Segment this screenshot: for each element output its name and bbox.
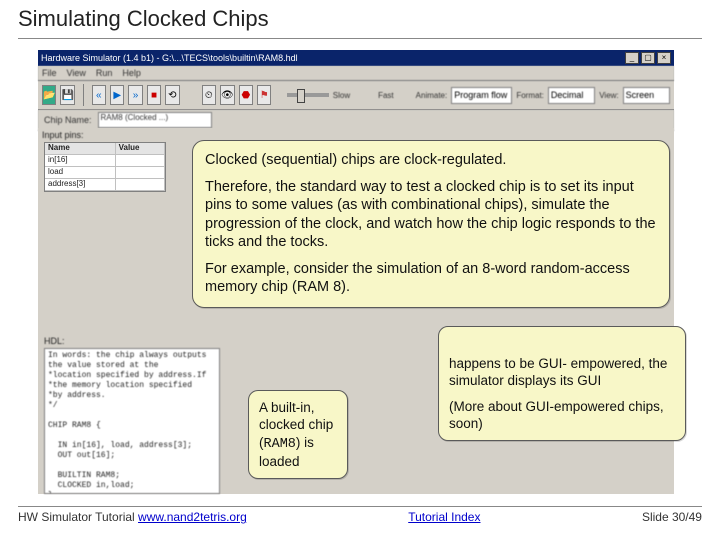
clock-icon[interactable]: ⏲ [202, 85, 216, 105]
run-icon[interactable]: » [128, 85, 142, 105]
input-pins-table: Name Value in[16] load address[3] [44, 142, 166, 192]
minimize-button[interactable]: _ [625, 52, 639, 64]
th-value: Value [116, 143, 165, 155]
open-icon[interactable]: 📂 [42, 85, 56, 105]
menu-run[interactable]: Run [96, 68, 113, 78]
pin-val-0[interactable] [116, 155, 165, 167]
slide-root: Simulating Clocked Chips Hardware Simula… [18, 6, 702, 526]
footer-left-text: HW Simulator Tutorial [18, 510, 138, 524]
format-dropdown[interactable]: Decimal [548, 87, 595, 104]
menu-help[interactable]: Help [122, 68, 141, 78]
window-control-buttons: _ ▢ × [625, 52, 671, 64]
chip-name-value: RAM8 (Clocked ...) [98, 112, 212, 128]
pin-val-1[interactable] [116, 167, 165, 179]
stop-icon[interactable]: ■ [147, 85, 161, 105]
gui-callout-line2: (More about GUI-empowered chips, soon) [449, 398, 675, 433]
main-callout: Clocked (sequential) chips are clock-reg… [192, 140, 670, 308]
footer-right: Slide 30/49 [642, 510, 702, 524]
slider[interactable] [287, 93, 328, 97]
chip-name-label: Chip Name: [44, 115, 92, 125]
close-button[interactable]: × [657, 52, 671, 64]
footer-center-link[interactable]: Tutorial Index [408, 510, 480, 524]
toolbar-separator [83, 84, 84, 106]
hdl-source-box[interactable]: In words: the chip always outputs the va… [44, 348, 220, 494]
gui-callout-line1: happens to be GUI- empowered, the simula… [449, 355, 675, 390]
rewind-icon[interactable]: ⟲ [165, 85, 179, 105]
format-label: Format: [516, 91, 544, 100]
slow-label: Slow [333, 91, 350, 100]
fast-label: Fast [378, 91, 394, 100]
step-back-icon[interactable]: « [92, 85, 106, 105]
menu-view[interactable]: View [67, 68, 86, 78]
main-callout-p1: Clocked (sequential) chips are clock-reg… [205, 151, 657, 170]
window-titlebar: Hardware Simulator (1.4 b1) - G:\...\TEC… [38, 50, 674, 66]
menu-bar: File View Run Help [38, 66, 674, 81]
step-icon[interactable]: ▶ [110, 85, 124, 105]
animate-label: Animate: [416, 91, 448, 100]
hdl-section-label: HDL: [44, 336, 65, 346]
menu-file[interactable]: File [42, 68, 57, 78]
maximize-button[interactable]: ▢ [641, 52, 655, 64]
loaded-chip-callout: A built-in, clocked chip (RAM8) is loade… [248, 390, 348, 479]
save-icon[interactable]: 💾 [60, 85, 74, 105]
view-dropdown[interactable]: Screen [623, 87, 670, 104]
input-pins-label: Input pins: [42, 130, 84, 140]
footer-left: HW Simulator Tutorial www.nand2tetris.or… [18, 510, 247, 524]
slide-title: Simulating Clocked Chips [18, 6, 702, 39]
eye-icon[interactable]: 👁 [220, 85, 235, 105]
pin-val-2[interactable] [116, 179, 165, 191]
gui-callout: placeholder happens to be GUI- empowered… [438, 326, 686, 441]
main-callout-p2: Therefore, the standard way to test a cl… [205, 178, 657, 252]
toolbar: 📂 💾 « ▶ » ■ ⟲ ⏲ 👁 ⬣ ⚑ Slow Fast Animate:… [38, 81, 674, 110]
window-title-text: Hardware Simulator (1.4 b1) - G:\...\TEC… [41, 53, 298, 63]
footer-left-link[interactable]: www.nand2tetris.org [138, 510, 247, 524]
slide-footer: HW Simulator Tutorial www.nand2tetris.or… [18, 506, 702, 524]
view-label: View: [599, 91, 618, 100]
pin-name-0: in[16] [45, 155, 116, 167]
pin-name-2: address[3] [45, 179, 116, 191]
main-callout-p3: For example, consider the simulation of … [205, 260, 657, 297]
flag-icon[interactable]: ⚑ [257, 85, 271, 105]
loaded-chip-mono: RAM8 [264, 437, 296, 452]
animate-dropdown[interactable]: Program flow [451, 87, 512, 104]
stopsign-icon[interactable]: ⬣ [239, 85, 253, 105]
th-name: Name [45, 143, 116, 155]
pin-name-1: load [45, 167, 116, 179]
